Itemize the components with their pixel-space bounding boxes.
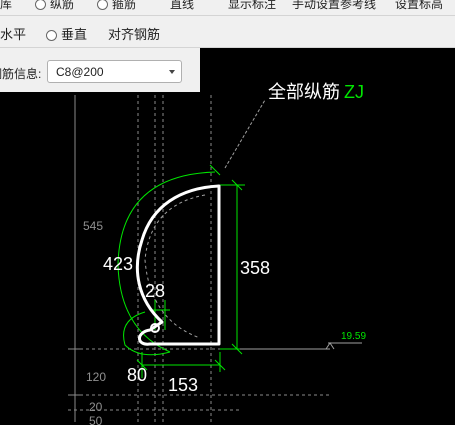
rebar-shape (135, 184, 221, 346)
dim-358: 358 (240, 258, 270, 278)
dim-153: 153 (168, 375, 198, 395)
side-label-50: 50 (89, 414, 103, 425)
side-label-545: 545 (83, 219, 103, 233)
elevation-value: 19.59 (341, 331, 366, 342)
dim-28: 28 (145, 281, 165, 301)
dim-80: 80 (127, 365, 147, 385)
side-label-20: 20 (89, 400, 103, 414)
dim-423: 423 (103, 254, 133, 274)
callout-leader (224, 99, 266, 169)
drawing-canvas[interactable]: 545 120 20 50 全部纵筋ZJ 358 423 28 80 153 (0, 0, 455, 425)
elevation-marker (240, 342, 362, 350)
callout-label: 全部纵筋 ZJ (268, 82, 364, 102)
side-dimension (70, 95, 80, 420)
side-label-120: 120 (86, 370, 106, 384)
